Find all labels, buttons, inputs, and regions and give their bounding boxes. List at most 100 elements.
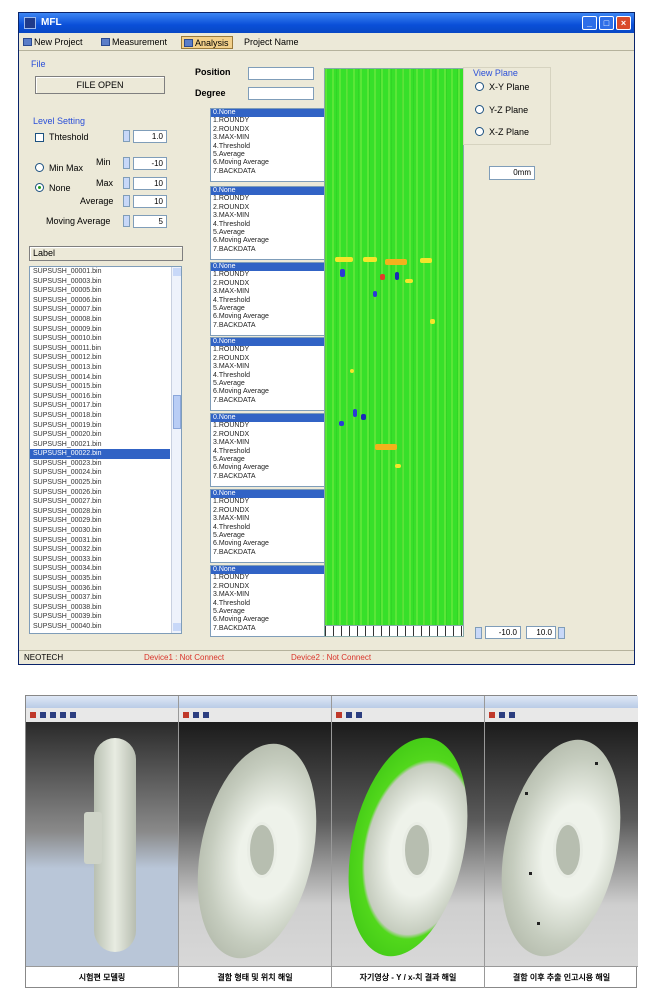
min-field[interactable]: -10: [133, 157, 167, 170]
option-item[interactable]: 0.None: [211, 490, 332, 499]
file-list-item[interactable]: SUPSUSH_00019.bin: [30, 421, 170, 431]
option-item[interactable]: 3.MAX-MIN: [211, 363, 332, 371]
option-list[interactable]: 0.None 1.ROUNDY 2.ROUNDX 3.MAX-MIN 4.Thresho…: [210, 337, 333, 411]
minimize-button[interactable]: _: [582, 16, 597, 30]
option-item[interactable]: 7.BACKDATA: [211, 549, 332, 557]
option-item[interactable]: 2.ROUNDX: [211, 355, 332, 363]
option-item[interactable]: 0.None: [211, 263, 332, 272]
label-button[interactable]: Label: [29, 246, 183, 261]
scroll-down-arrow[interactable]: [173, 623, 181, 631]
file-list-item[interactable]: SUPSUSH_00029.bin: [30, 516, 170, 526]
average-spinner[interactable]: [123, 195, 130, 207]
option-item[interactable]: 1.ROUNDY: [211, 195, 332, 203]
option-item[interactable]: 3.MAX-MIN: [211, 439, 332, 447]
option-item[interactable]: 1.ROUNDY: [211, 422, 332, 430]
option-list[interactable]: 0.None 1.ROUNDY 2.ROUNDX 3.MAX-MIN 4.Thresho…: [210, 186, 333, 260]
file-list-item[interactable]: SUPSUSH_00012.bin: [30, 353, 170, 363]
option-item[interactable]: 5.Average: [211, 305, 332, 313]
file-list-item[interactable]: SUPSUSH_00011.bin: [30, 344, 170, 354]
file-list-item[interactable]: SUPSUSH_00018.bin: [30, 411, 170, 421]
option-item[interactable]: 1.ROUNDY: [211, 346, 332, 354]
moving-average-spinner[interactable]: [123, 215, 130, 227]
file-list-item[interactable]: SUPSUSH_00038.bin: [30, 603, 170, 613]
tool-icon[interactable]: [499, 712, 505, 718]
file-list-scrollbar[interactable]: [171, 267, 181, 633]
option-list[interactable]: 0.None 1.ROUNDY 2.ROUNDX 3.MAX-MIN 4.Thresho…: [210, 413, 333, 487]
tool-icon[interactable]: [193, 712, 199, 718]
file-list-item[interactable]: SUPSUSH_00028.bin: [30, 507, 170, 517]
option-item[interactable]: 4.Threshold: [211, 372, 332, 380]
file-list-item[interactable]: SUPSUSH_00001.bin: [30, 267, 170, 277]
option-item[interactable]: 1.ROUNDY: [211, 271, 332, 279]
analysis-button[interactable]: Analysis: [181, 36, 233, 49]
file-list-item[interactable]: SUPSUSH_00039.bin: [30, 612, 170, 622]
option-item[interactable]: 6.Moving Average: [211, 388, 332, 396]
file-list[interactable]: SUPSUSH_00001.bin SUPSUSH_00003.bin SUPSUS…: [29, 266, 182, 634]
option-item[interactable]: 7.BACKDATA: [211, 246, 332, 254]
option-item[interactable]: 6.Moving Average: [211, 159, 332, 167]
average-field[interactable]: 10: [133, 195, 167, 208]
min-spinner[interactable]: [123, 157, 130, 169]
tool-icon[interactable]: [336, 712, 342, 718]
file-list-item[interactable]: SUPSUSH_00032.bin: [30, 545, 170, 555]
option-item[interactable]: 4.Threshold: [211, 221, 332, 229]
option-item[interactable]: 3.MAX-MIN: [211, 591, 332, 599]
degree-field[interactable]: [248, 87, 314, 100]
file-list-item[interactable]: SUPSUSH_00030.bin: [30, 526, 170, 536]
xz-plane-radio[interactable]: [475, 127, 484, 136]
file-list-item[interactable]: SUPSUSH_00027.bin: [30, 497, 170, 507]
range-min-spinner[interactable]: [475, 627, 482, 639]
file-list-item[interactable]: SUPSUSH_00040.bin: [30, 622, 170, 632]
option-item[interactable]: 6.Moving Average: [211, 540, 332, 548]
tool-icon[interactable]: [183, 712, 189, 718]
option-item[interactable]: 6.Moving Average: [211, 616, 332, 624]
option-item[interactable]: 7.BACKDATA: [211, 322, 332, 330]
file-list-item[interactable]: SUPSUSH_00008.bin: [30, 315, 170, 325]
option-item[interactable]: 5.Average: [211, 608, 332, 616]
tool-icon[interactable]: [509, 712, 515, 718]
file-list-item[interactable]: SUPSUSH_00013.bin: [30, 363, 170, 373]
option-item[interactable]: 2.ROUNDX: [211, 583, 332, 591]
option-item[interactable]: 2.ROUNDX: [211, 280, 332, 288]
file-list-item[interactable]: SUPSUSH_00005.bin: [30, 286, 170, 296]
tool-icon[interactable]: [489, 712, 495, 718]
file-list-item[interactable]: SUPSUSH_00033.bin: [30, 555, 170, 565]
none-radio[interactable]: [35, 183, 44, 192]
threshold-spinner[interactable]: [123, 130, 130, 142]
new-project-button[interactable]: New Project: [21, 36, 86, 49]
option-item[interactable]: 3.MAX-MIN: [211, 212, 332, 220]
file-open-button[interactable]: FILE OPEN: [35, 76, 165, 94]
mfl-heatmap[interactable]: [324, 68, 464, 628]
option-item[interactable]: 7.BACKDATA: [211, 473, 332, 481]
option-item[interactable]: 5.Average: [211, 151, 332, 159]
position-field[interactable]: [248, 67, 314, 80]
option-item[interactable]: 0.None: [211, 414, 332, 423]
option-item[interactable]: 4.Threshold: [211, 297, 332, 305]
tool-icon[interactable]: [203, 712, 209, 718]
file-list-item[interactable]: SUPSUSH_00031.bin: [30, 536, 170, 546]
file-list-item[interactable]: SUPSUSH_00025.bin: [30, 478, 170, 488]
file-list-item[interactable]: SUPSUSH_00023.bin: [30, 459, 170, 469]
unit-field[interactable]: 0mm: [489, 166, 535, 180]
maximize-button[interactable]: □: [599, 16, 614, 30]
moving-average-field[interactable]: 5: [133, 215, 167, 228]
file-list-item[interactable]: SUPSUSH_00022.bin: [30, 449, 170, 459]
option-item[interactable]: 4.Threshold: [211, 448, 332, 456]
file-list-item[interactable]: SUPSUSH_00021.bin: [30, 440, 170, 450]
file-list-item[interactable]: SUPSUSH_00026.bin: [30, 488, 170, 498]
option-item[interactable]: 6.Moving Average: [211, 237, 332, 245]
file-list-item[interactable]: SUPSUSH_00034.bin: [30, 564, 170, 574]
option-item[interactable]: 5.Average: [211, 229, 332, 237]
tool-icon[interactable]: [50, 712, 56, 718]
measurement-button[interactable]: Measurement: [99, 36, 170, 49]
file-list-item[interactable]: SUPSUSH_00017.bin: [30, 401, 170, 411]
scroll-thumb[interactable]: [173, 395, 181, 429]
tool-icon[interactable]: [60, 712, 66, 718]
file-list-item[interactable]: SUPSUSH_00010.bin: [30, 334, 170, 344]
option-item[interactable]: 7.BACKDATA: [211, 397, 332, 405]
option-item[interactable]: 0.None: [211, 566, 332, 575]
tool-icon[interactable]: [40, 712, 46, 718]
threshold-field[interactable]: 1.0: [133, 130, 167, 143]
option-item[interactable]: 7.BACKDATA: [211, 168, 332, 176]
range-max-spinner[interactable]: [558, 627, 565, 639]
